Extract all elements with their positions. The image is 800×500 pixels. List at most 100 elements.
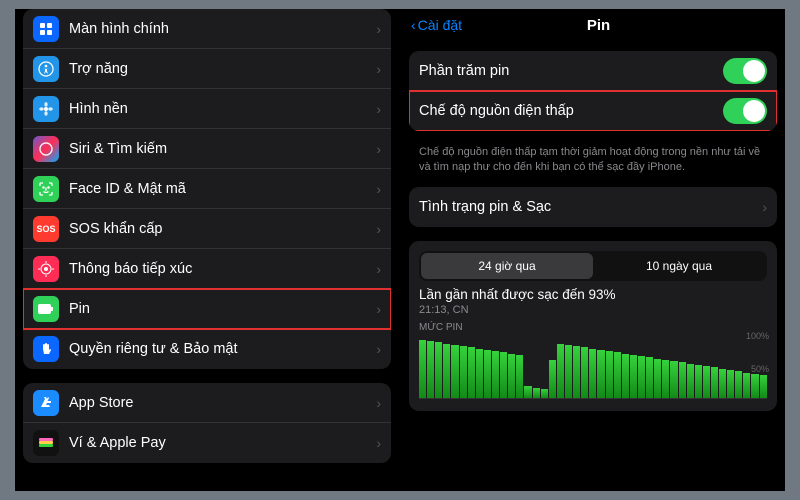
settings-row-4[interactable]: Face ID & Mật mã›: [23, 169, 391, 209]
settings-row-5[interactable]: SOSSOS khẩn cấp›: [23, 209, 391, 249]
chart-bar: [614, 352, 621, 397]
toggle-label-0: Phần trăm pin: [419, 63, 723, 79]
page-title: Pin: [462, 17, 735, 34]
home-grid-icon: [33, 16, 59, 42]
chart-bar: [622, 354, 629, 398]
low-power-footnote: Chế độ nguồn điện thấp tạm thời giảm hoạ…: [405, 145, 781, 187]
time-range-segmented: 24 giờ qua 10 ngày qua: [419, 251, 767, 281]
back-button[interactable]: ‹ Cài đặt: [411, 17, 462, 33]
chart-bar: [419, 340, 426, 398]
battery-icon: [33, 296, 59, 322]
y-axis-50: 50%: [751, 364, 769, 374]
chart-bar: [703, 366, 710, 398]
battery-health-label: Tình trạng pin & Sạc: [419, 199, 762, 215]
settings-row-7[interactable]: Pin›: [23, 289, 391, 329]
store-label-0: App Store: [69, 395, 376, 411]
chevron-right-icon: ›: [376, 101, 381, 117]
exposure-icon: [33, 256, 59, 282]
chart-bar: [573, 346, 580, 398]
chevron-right-icon: ›: [376, 341, 381, 357]
chart-bar: [460, 346, 467, 398]
flower-icon: [33, 96, 59, 122]
chevron-right-icon: ›: [376, 181, 381, 197]
chart-bar: [679, 362, 686, 397]
chevron-right-icon: ›: [762, 199, 767, 215]
chart-bar: [743, 373, 750, 398]
toggle-switch-1[interactable]: [723, 98, 767, 124]
back-label: Cài đặt: [418, 17, 462, 33]
chart-bar: [581, 347, 588, 397]
chevron-right-icon: ›: [376, 221, 381, 237]
chart-bar: [565, 345, 572, 398]
chart-bar: [687, 364, 694, 398]
chart-bar: [533, 388, 540, 398]
chevron-right-icon: ›: [376, 395, 381, 411]
battery-usage-group: 24 giờ qua 10 ngày qua Lần gần nhất được…: [409, 241, 777, 411]
chart-bar: [549, 360, 556, 398]
chevron-right-icon: ›: [376, 21, 381, 37]
battery-level-caption: MỨC PIN: [419, 322, 767, 333]
battery-health-group: Tình trạng pin & Sạc ›: [409, 187, 777, 227]
chart-bar: [443, 344, 450, 398]
settings-row-8[interactable]: Quyền riêng tư & Bảo mật›: [23, 329, 391, 369]
store-row-1[interactable]: Ví & Apple Pay›: [23, 423, 391, 463]
chart-bar: [654, 359, 661, 398]
chart-bar: [695, 365, 702, 398]
toggle-row-1: Chế độ nguồn điện thấp: [409, 91, 777, 131]
settings-label-7: Pin: [69, 301, 376, 317]
segment-10d[interactable]: 10 ngày qua: [593, 253, 765, 279]
battery-level-chart: 100% 50%: [419, 335, 767, 399]
settings-label-6: Thông báo tiếp xúc: [69, 261, 376, 277]
chevron-right-icon: ›: [376, 61, 381, 77]
chart-bar: [719, 369, 726, 398]
store-row-0[interactable]: App Store›: [23, 383, 391, 423]
chevron-right-icon: ›: [376, 435, 381, 451]
chart-bar: [557, 344, 564, 398]
toggle-switch-0[interactable]: [723, 58, 767, 84]
settings-row-1[interactable]: Trợ năng›: [23, 49, 391, 89]
settings-label-4: Face ID & Mật mã: [69, 181, 376, 197]
segment-24h[interactable]: 24 giờ qua: [421, 253, 593, 279]
hand-icon: [33, 336, 59, 362]
chart-bar: [630, 355, 637, 398]
wallet-icon: [33, 430, 59, 456]
chart-bar: [597, 350, 604, 398]
accessibility-icon: [33, 56, 59, 82]
toggle-label-1: Chế độ nguồn điện thấp: [419, 103, 723, 119]
chart-bar: [435, 342, 442, 397]
settings-label-8: Quyền riêng tư & Bảo mật: [69, 341, 376, 357]
chart-bar: [492, 351, 499, 398]
chart-bar: [760, 375, 767, 398]
chart-bar: [484, 350, 491, 398]
chart-bar: [735, 371, 742, 397]
chart-bar: [508, 354, 515, 398]
settings-group-main: Màn hình chính›Trợ năng›Hình nền›Siri & …: [23, 9, 391, 369]
settings-label-2: Hình nền: [69, 101, 376, 117]
sos-icon: SOS: [33, 216, 59, 242]
chart-bar: [638, 356, 645, 398]
chart-bar: [524, 386, 531, 397]
settings-row-6[interactable]: Thông báo tiếp xúc›: [23, 249, 391, 289]
settings-row-2[interactable]: Hình nền›: [23, 89, 391, 129]
battery-toggles-group: Phần trăm pin Chế độ nguồn điện thấp: [409, 51, 777, 131]
chart-bar: [646, 357, 653, 397]
battery-health-row[interactable]: Tình trạng pin & Sạc ›: [409, 187, 777, 227]
toggle-row-0: Phần trăm pin: [409, 51, 777, 91]
battery-detail-pane: ‹ Cài đặt Pin Phần trăm pin Chế độ nguồn …: [401, 9, 785, 491]
settings-row-3[interactable]: Siri & Tìm kiếm›: [23, 129, 391, 169]
last-charge-sub: 21:13, CN: [419, 304, 767, 316]
chevron-left-icon: ‹: [411, 17, 416, 33]
settings-row-0[interactable]: Màn hình chính›: [23, 9, 391, 49]
chevron-right-icon: ›: [376, 141, 381, 157]
nav-header: ‹ Cài đặt Pin: [405, 9, 781, 41]
chart-bar: [711, 367, 718, 397]
siri-icon: [33, 136, 59, 162]
chart-bar: [541, 389, 548, 398]
chart-bar: [500, 352, 507, 397]
chart-bar: [589, 349, 596, 398]
appstore-icon: [33, 390, 59, 416]
chart-bar: [468, 347, 475, 397]
chart-bar: [727, 370, 734, 398]
chart-bar: [606, 351, 613, 398]
faceid-icon: [33, 176, 59, 202]
